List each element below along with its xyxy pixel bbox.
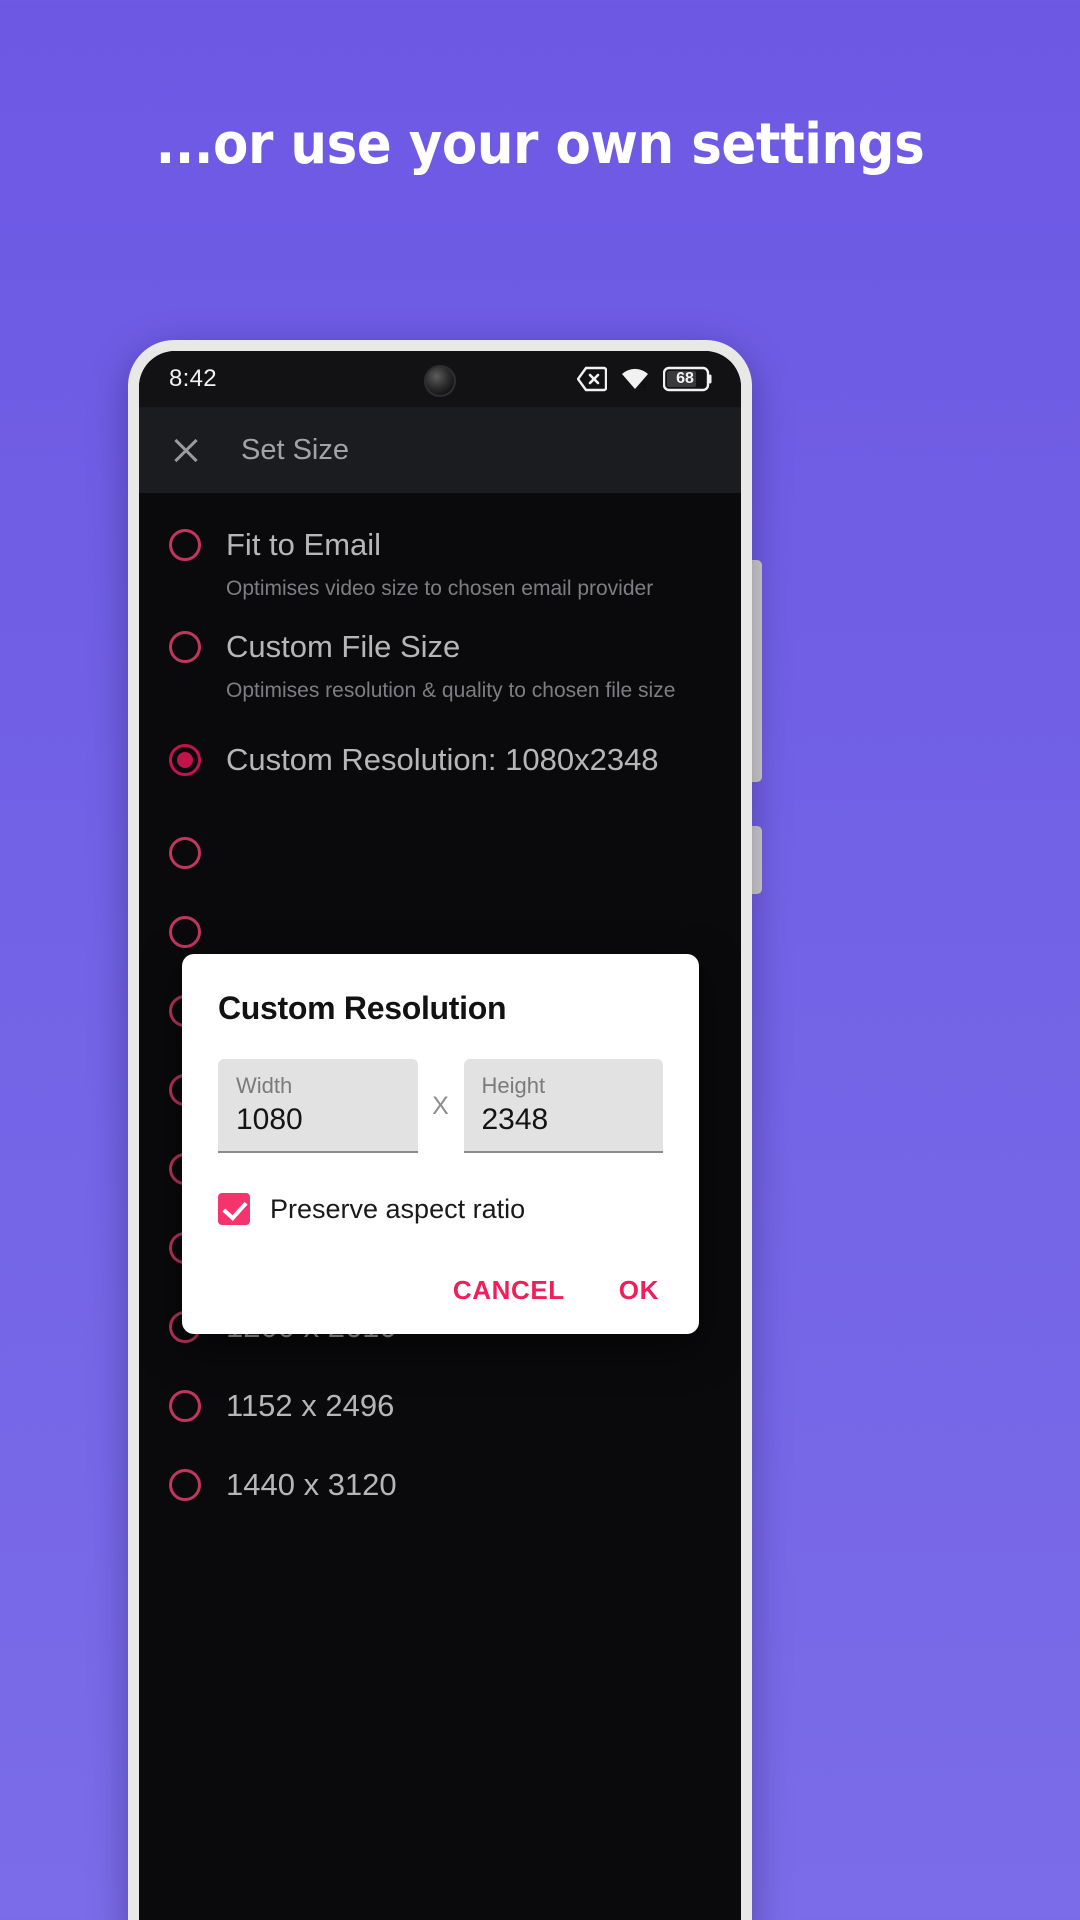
resolution-fields: Width 1080 X Height 2348 (218, 1059, 663, 1153)
option-label: Fit to Email (226, 527, 382, 562)
sim-card-off-icon (577, 366, 607, 392)
preset-row-1[interactable] (139, 906, 741, 958)
app-toolbar: Set Size (139, 407, 741, 493)
option-row[interactable]: Custom File Size (139, 621, 741, 673)
option-custom-resolution[interactable]: Custom Resolution: 1080x2348 (139, 723, 741, 797)
preset-label (226, 835, 235, 871)
height-field[interactable]: Height 2348 (463, 1059, 663, 1153)
option-custom-file-size[interactable]: Custom File Size Optimises resolution & … (139, 621, 741, 703)
preset-row-0[interactable] (139, 827, 741, 879)
ok-button[interactable]: OK (615, 1269, 663, 1312)
checkbox-label: Preserve aspect ratio (270, 1193, 526, 1224)
promo-headline: ...or use your own settings (155, 112, 925, 177)
dimension-separator: X (432, 1091, 449, 1120)
phone-mockup: 8:42 68 Set Size Fit to Email Optimises … (128, 340, 752, 1920)
option-label: Custom Resolution: 1080x2348 (226, 742, 659, 777)
radio-icon[interactable] (169, 1390, 201, 1422)
option-label: Custom File Size (226, 629, 461, 664)
option-row[interactable]: Custom Resolution: 1080x2348 (139, 723, 741, 797)
radio-icon[interactable] (169, 744, 201, 776)
option-fit-to-email[interactable]: Fit to Email Optimises video size to cho… (139, 519, 741, 601)
front-camera-icon (424, 365, 456, 397)
width-field[interactable]: Width 1080 (218, 1059, 418, 1153)
preset-label: 1440 x 3120 (226, 1467, 397, 1502)
preset-row-1440x3120[interactable]: 1440 x 3120 (139, 1459, 741, 1511)
dialog-title: Custom Resolution (218, 990, 507, 1026)
cancel-button[interactable]: CANCEL (449, 1269, 569, 1312)
preset-row-1152x2496[interactable]: 1152 x 2496 (139, 1380, 741, 1432)
dialog-actions: CANCEL OK (218, 1269, 663, 1312)
power-button (752, 826, 762, 894)
preset-label: 1152 x 2496 (226, 1388, 395, 1423)
width-label: Width (236, 1073, 293, 1098)
preserve-aspect-ratio-row[interactable]: Preserve aspect ratio (218, 1193, 663, 1225)
volume-button (752, 560, 762, 782)
battery-level: 68 (676, 370, 694, 387)
width-input[interactable]: 1080 (236, 1103, 400, 1137)
radio-icon[interactable] (169, 837, 201, 869)
option-subtitle: Optimises resolution & quality to chosen… (226, 679, 676, 702)
phone-screen: 8:42 68 Set Size Fit to Email Optimises … (139, 351, 741, 1920)
radio-icon[interactable] (169, 916, 201, 948)
status-time: 8:42 (169, 365, 217, 392)
status-bar: 8:42 68 (139, 351, 741, 407)
close-icon[interactable] (169, 433, 203, 467)
page-title: Set Size (241, 433, 349, 466)
option-subtitle: Optimises video size to chosen email pro… (226, 577, 654, 600)
wifi-icon (622, 368, 648, 389)
radio-icon[interactable] (169, 631, 201, 663)
status-icons: 68 (577, 366, 713, 392)
height-label: Height (481, 1073, 546, 1098)
options-content: Fit to Email Optimises video size to cho… (139, 493, 741, 1920)
preset-label (226, 914, 235, 950)
radio-icon[interactable] (169, 1469, 201, 1501)
radio-icon[interactable] (169, 529, 201, 561)
custom-resolution-dialog: Custom Resolution Width 1080 X Height 23… (182, 954, 699, 1334)
option-row[interactable]: Fit to Email (139, 519, 741, 571)
height-input[interactable]: 2348 (482, 1103, 646, 1137)
battery-icon: 68 (663, 366, 713, 392)
checkbox-icon[interactable] (218, 1193, 250, 1225)
